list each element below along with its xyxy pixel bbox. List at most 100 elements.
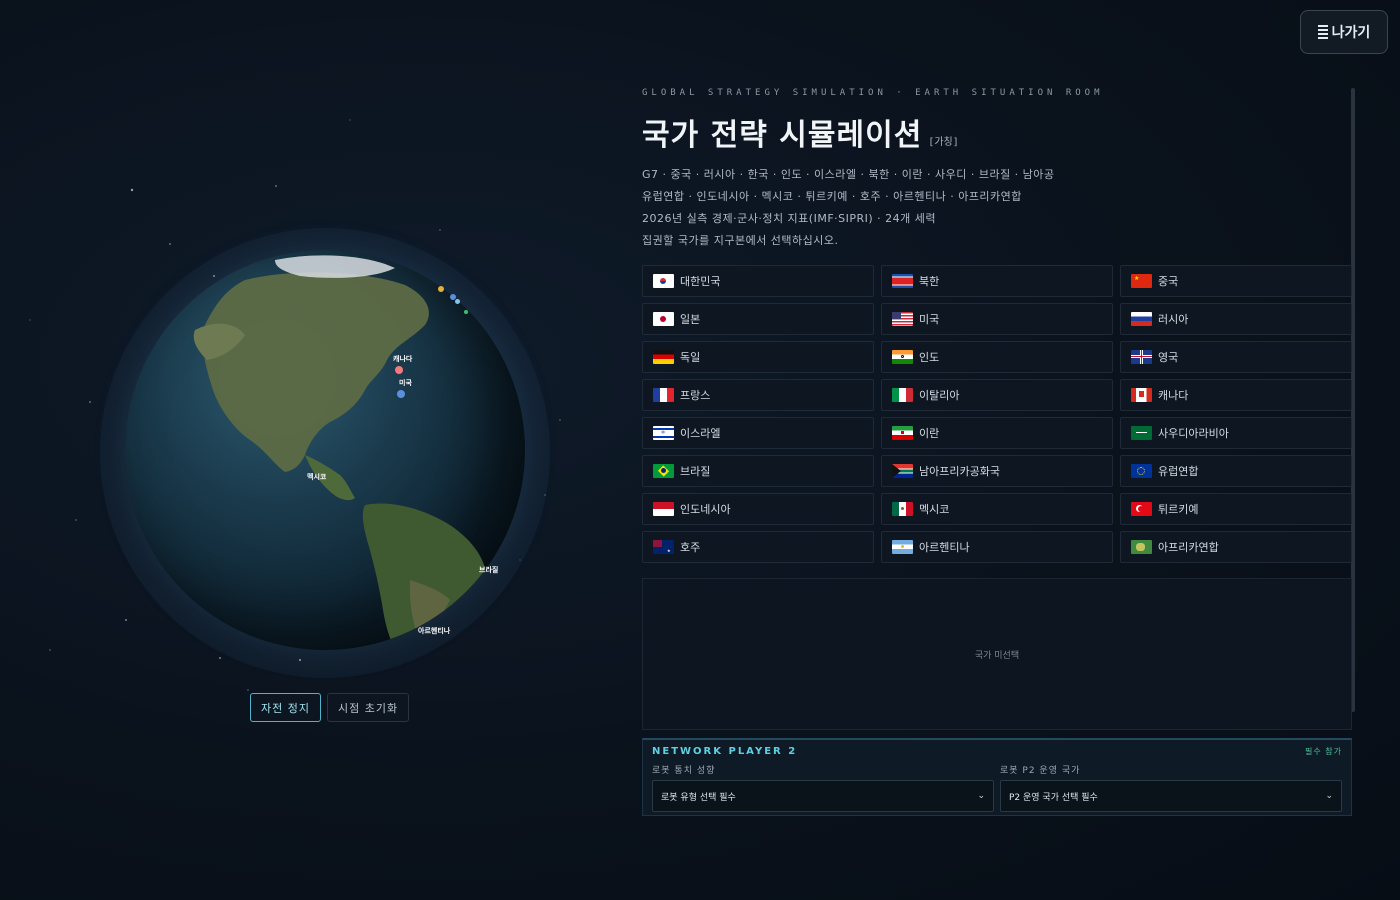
country-name: 호주: [680, 541, 701, 554]
flag-cn-icon: ★: [1131, 274, 1152, 288]
flag-it-icon: [892, 388, 913, 402]
country-card-cn[interactable]: ★ 중국: [1120, 265, 1352, 297]
country-name: 캐나다: [1158, 389, 1189, 402]
country-name: 남아프리카공화국: [919, 465, 1000, 478]
globe-marker-label-argentina: 아르헨티나: [418, 627, 451, 635]
country-card-br[interactable]: 브라질: [642, 455, 874, 487]
country-name: 멕시코: [919, 503, 950, 516]
country-card-za[interactable]: 남아프리카공화국: [881, 455, 1113, 487]
globe-marker-argentina[interactable]: [445, 640, 453, 648]
country-card-ca[interactable]: 캐나다: [1120, 379, 1352, 411]
country-card-eu[interactable]: 유럽연합: [1120, 455, 1352, 487]
country-name: 사우디아라비아: [1158, 427, 1229, 440]
flag-fr-icon: [653, 388, 674, 402]
country-name: 독일: [680, 351, 701, 364]
description-line-1: G7 · 중국 · 러시아 · 한국 · 인도 · 이스라엘 · 북한 · 이란…: [642, 168, 1055, 181]
no-selection-text: 국가 미선택: [974, 650, 1020, 661]
country-name: 미국: [919, 313, 940, 326]
globe-marker-usa[interactable]: [397, 390, 405, 398]
country-card-sa[interactable]: 사우디아라비아: [1120, 417, 1352, 449]
kicker: GLOBAL STRATEGY SIMULATION · EARTH SITUA…: [642, 88, 1104, 98]
page-title: 국가 전략 시뮬레이션: [642, 118, 923, 153]
globe-marker-label-canada: 캐나다: [393, 355, 413, 363]
chevron-down-icon: ⌄: [977, 791, 985, 801]
orbit-dot-green: [464, 310, 468, 314]
flag-mx-icon: [892, 502, 913, 516]
country-card-ru[interactable]: 러시아: [1120, 303, 1352, 335]
country-card-fr[interactable]: 프랑스: [642, 379, 874, 411]
reset-view-button[interactable]: 시점 초기화: [326, 693, 410, 722]
exit-button[interactable]: 나가기: [1300, 10, 1388, 54]
description-line-2: 유럽연합 · 인도네시아 · 멕시코 · 튀르키예 · 호주 · 아르헨티나 ·…: [642, 190, 1022, 203]
globe-marker-brazil[interactable]: [496, 583, 504, 591]
exit-button-label: 나가기: [1331, 25, 1371, 41]
country-name: 이스라엘: [680, 427, 721, 440]
flag-id-icon: [653, 502, 674, 516]
country-name: 대한민국: [680, 275, 721, 288]
flag-de-icon: [653, 350, 674, 364]
flag-sa-icon: [1131, 426, 1152, 440]
p2-country-select[interactable]: P2 운영 국가 선택 필수 ⌄: [1000, 780, 1342, 812]
country-name: 이탈리아: [919, 389, 960, 402]
chevron-down-icon: ⌄: [1325, 791, 1333, 801]
country-card-jp[interactable]: 일본: [642, 303, 874, 335]
flag-jp-icon: [653, 312, 674, 326]
selection-panel: GLOBAL STRATEGY SIMULATION · EARTH SITUA…: [642, 88, 1354, 816]
country-card-mx[interactable]: 멕시코: [881, 493, 1113, 525]
country-card-kr[interactable]: 대한민국: [642, 265, 874, 297]
flag-in-icon: [892, 350, 913, 364]
flag-br-icon: [653, 464, 674, 478]
country-detail-panel: 국가 미선택: [642, 578, 1352, 730]
title-tag: [가칭]: [928, 137, 959, 148]
country-card-in[interactable]: 인도: [881, 341, 1113, 373]
country-card-it[interactable]: 이탈리아: [881, 379, 1113, 411]
menu-icon: [1317, 25, 1328, 39]
country-name: 인도네시아: [680, 503, 731, 516]
globe-controls: 자전 정지 시점 초기화: [250, 693, 410, 722]
country-card-id[interactable]: 인도네시아: [642, 493, 874, 525]
flag-gb-icon: [1131, 350, 1152, 364]
country-card-tr[interactable]: 튀르키예: [1120, 493, 1352, 525]
description: G7 · 중국 · 러시아 · 한국 · 인도 · 이스라엘 · 북한 · 이란…: [642, 164, 1354, 252]
flag-au-union-icon: [1131, 540, 1152, 554]
country-name: 프랑스: [680, 389, 711, 402]
country-card-il[interactable]: ✡ 이스라엘: [642, 417, 874, 449]
country-card-au[interactable]: ★ 호주: [642, 531, 874, 563]
description-line-4: 집권할 국가를 지구본에서 선택하십시오.: [642, 234, 839, 247]
country-grid: 대한민국 북한 ★ 중국일본 미국 러시아독일 인도 영국프랑스 이탈리아 캐나다 ✡ 이스라엘 이란 사…: [642, 265, 1354, 563]
country-card-us[interactable]: 미국: [881, 303, 1113, 335]
orbit-dot-lightblue: [455, 299, 460, 304]
flag-ru-icon: [1131, 312, 1152, 326]
flag-eu-icon: [1131, 464, 1152, 478]
flag-ar-icon: [892, 540, 913, 554]
required-badge: 필수 참가: [1305, 747, 1342, 756]
globe-container[interactable]: 캐나다 미국 멕시코 브라질 아르헨티나: [100, 228, 550, 678]
flag-kr-icon: [653, 274, 674, 288]
robot-type-value: 로봇 유형 선택 필수: [661, 792, 736, 803]
robot-type-label: 로봇 통치 성향: [652, 766, 716, 776]
globe-marker-canada[interactable]: [395, 366, 403, 374]
globe-marker-label-mexico: 멕시코: [307, 473, 327, 481]
country-name: 러시아: [1158, 313, 1189, 326]
country-card-kp[interactable]: 북한: [881, 265, 1113, 297]
description-line-3: 2026년 실측 경제·군사·정치 지표(IMF·SIPRI) · 24개 세력: [642, 212, 937, 225]
country-card-ar[interactable]: 아르헨티나: [881, 531, 1113, 563]
country-name: 북한: [919, 275, 940, 288]
country-card-au-union[interactable]: 아프리카연합: [1120, 531, 1352, 563]
globe-marker-label-brazil: 브라질: [479, 566, 499, 574]
country-name: 아프리카연합: [1158, 541, 1219, 554]
country-name: 중국: [1158, 275, 1179, 288]
country-name: 일본: [680, 313, 701, 326]
globe-marker-label-usa: 미국: [399, 379, 412, 387]
country-card-ir[interactable]: 이란: [881, 417, 1113, 449]
rotation-stop-button[interactable]: 자전 정지: [250, 693, 321, 722]
robot-type-select[interactable]: 로봇 유형 선택 필수 ⌄: [652, 780, 994, 812]
flag-tr-icon: [1131, 502, 1152, 516]
flag-kp-icon: [892, 274, 913, 288]
flag-il-icon: ✡: [653, 426, 674, 440]
country-name: 인도: [919, 351, 940, 364]
country-name: 유럽연합: [1158, 465, 1199, 478]
country-card-gb[interactable]: 영국: [1120, 341, 1352, 373]
flag-us-icon: [892, 312, 913, 326]
country-card-de[interactable]: 독일: [642, 341, 874, 373]
